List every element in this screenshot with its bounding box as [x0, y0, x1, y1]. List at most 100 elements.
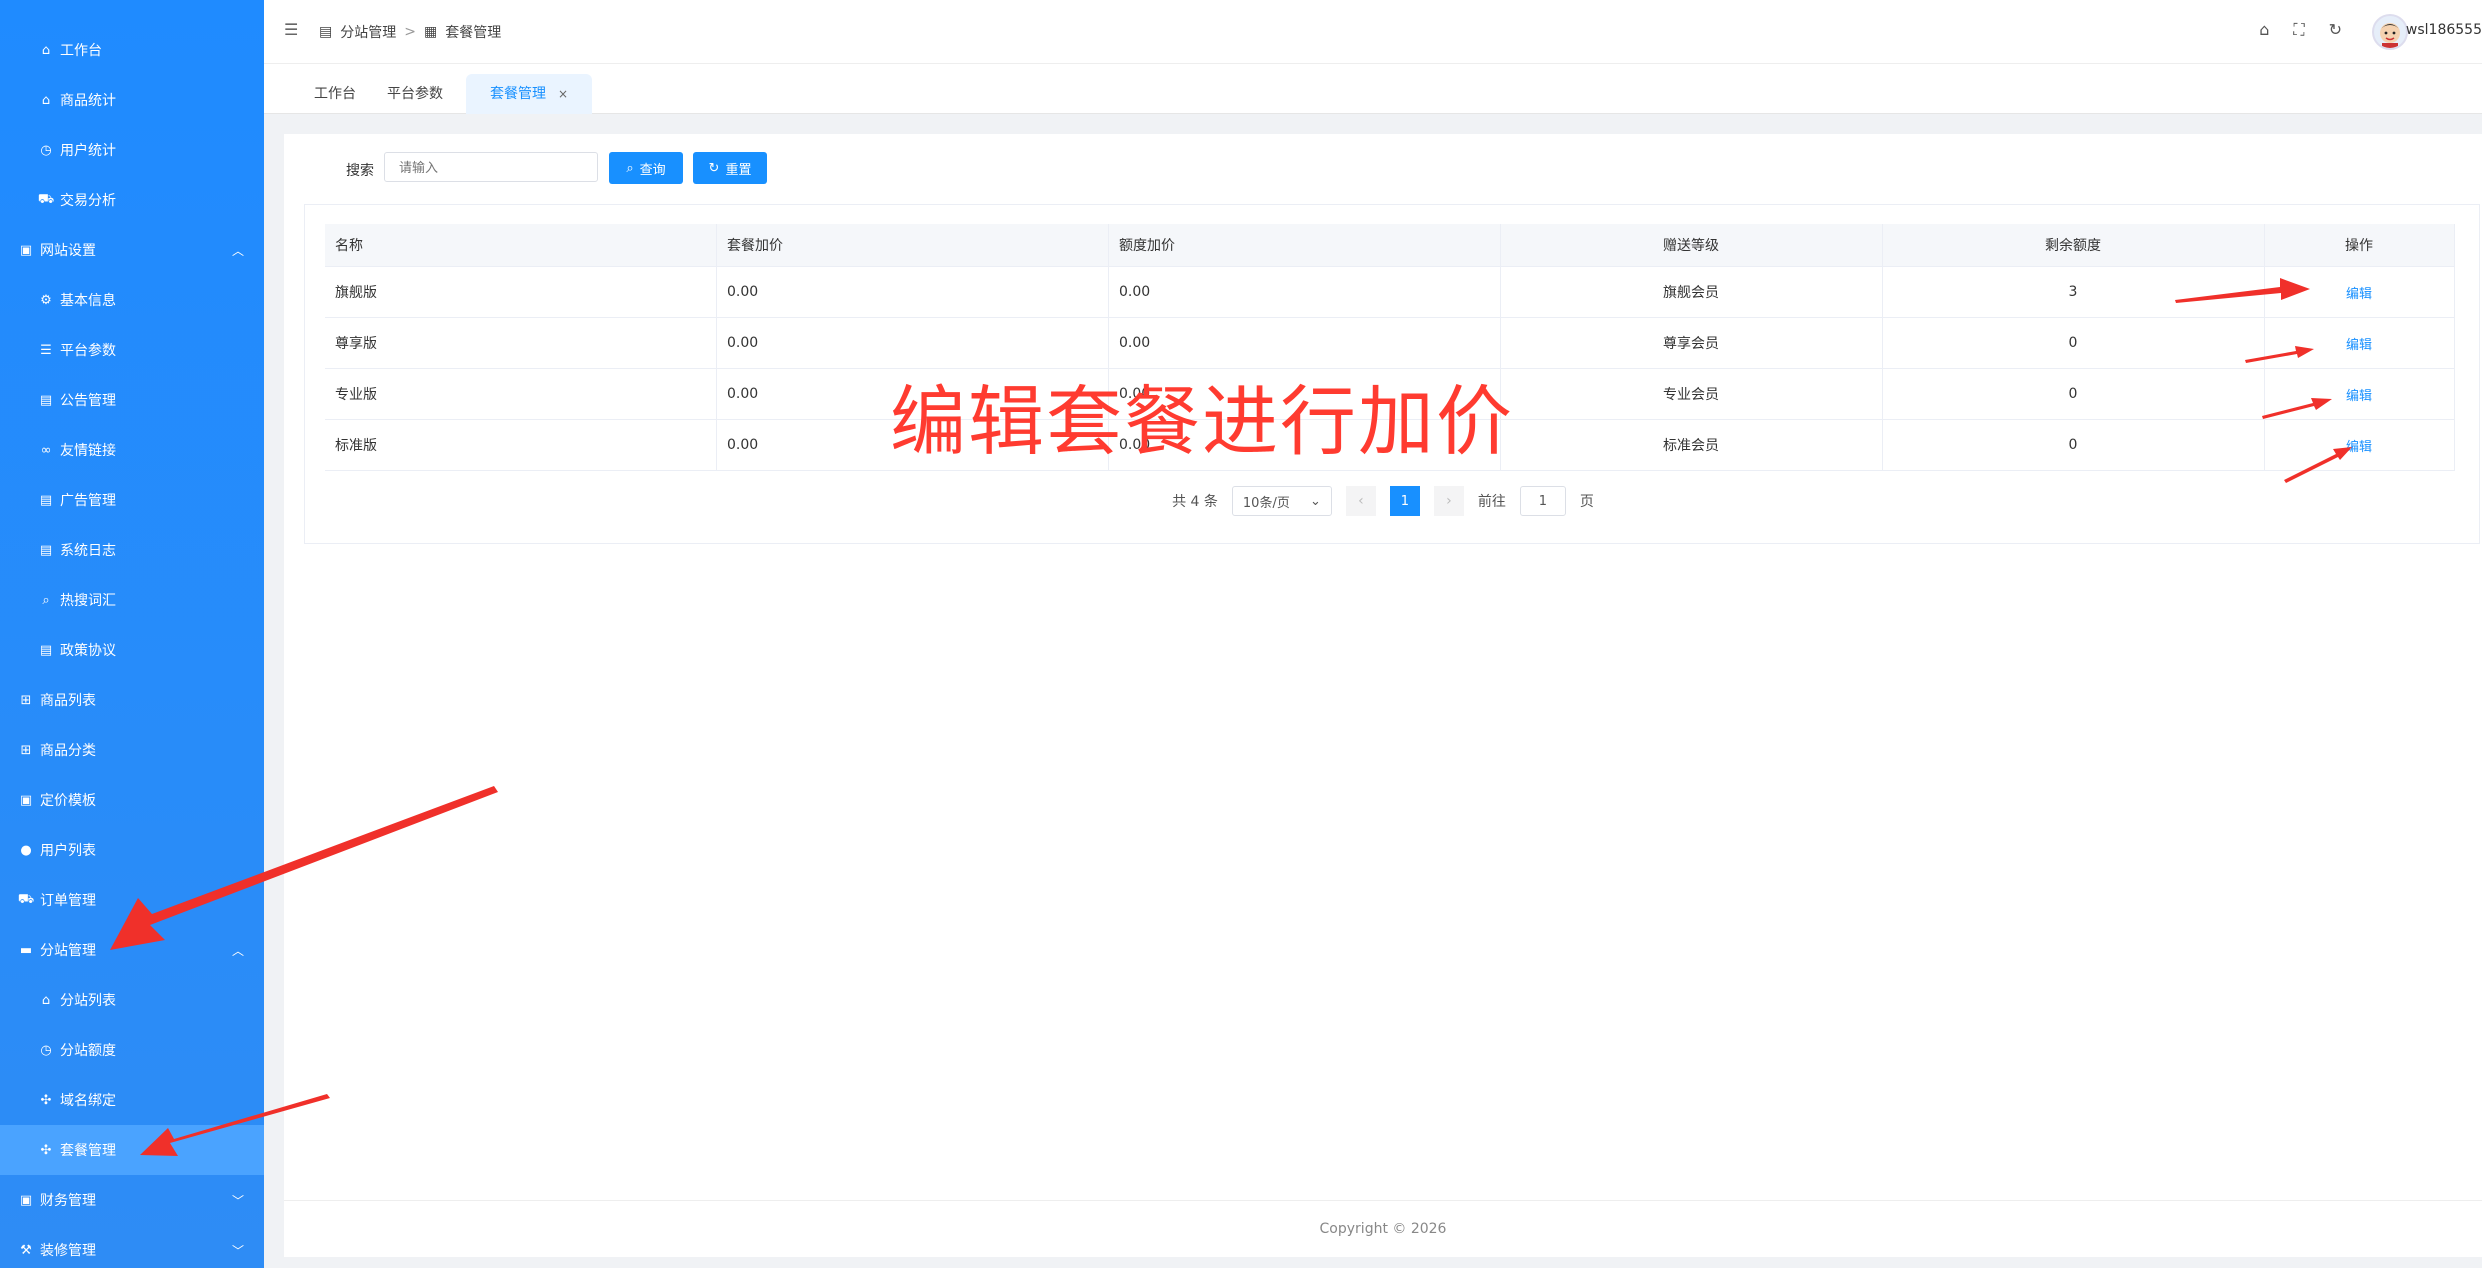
sidebar-item[interactable]: ⚙ 基本信息 [0, 275, 264, 325]
board-icon: ▣ [19, 1192, 33, 1208]
pagination: 共 4 条 10条/页 ⌄ ‹ 1 › 前往 1 页 [284, 486, 2482, 516]
sidebar-item-label: 订单管理 [40, 893, 96, 909]
sidebar-item[interactable]: ⛟ 订单管理 [0, 875, 264, 925]
image-icon: ▣ [19, 242, 33, 258]
link-icon: ∞ [40, 442, 52, 458]
sidebar-item[interactable]: ▤ 系统日志 [0, 525, 264, 575]
column-header: 赠送等级 [1500, 224, 1883, 267]
sidebar-item[interactable]: ● 用户列表 [0, 825, 264, 875]
table-cell: 标准会员 [1500, 419, 1883, 471]
query-label: 查询 [639, 162, 666, 178]
sidebar-item[interactable]: ▣ 财务管理 ﹀ [0, 1175, 264, 1225]
sidebar-item[interactable]: ▤ 广告管理 [0, 475, 264, 525]
search-input[interactable] [384, 152, 598, 182]
sidebar-item-label: 友情链接 [60, 443, 116, 459]
sidebar-item-label: 政策协议 [60, 643, 116, 659]
close-icon[interactable]: × [558, 87, 568, 101]
edit-button[interactable]: 编辑 [2346, 440, 2372, 455]
sidebar-item[interactable]: ◷ 用户统计 [0, 125, 264, 175]
file-icon: ▤ [39, 642, 53, 658]
avatar[interactable] [2372, 14, 2408, 50]
sidebar-item-label: 用户列表 [40, 843, 96, 859]
table-cell: 标准版 [325, 419, 717, 471]
breadcrumb-item[interactable]: 分站管理 [340, 22, 396, 42]
home-icon[interactable]: ⌂ [2259, 20, 2269, 40]
edit-button[interactable]: 编辑 [2346, 287, 2372, 302]
sidebar-item-label: 财务管理 [40, 1193, 96, 1209]
sidebar-item[interactable]: ⚒ 装修管理 ﹀ [0, 1225, 264, 1268]
cell-value: 旗舰版 [335, 285, 377, 301]
table-cell: 尊享会员 [1500, 317, 1883, 369]
sidebar-item[interactable]: ☰ 平台参数 [0, 325, 264, 375]
cell-value: 标准版 [335, 438, 377, 454]
action-cell: 编辑 [2264, 317, 2455, 369]
table-cell: 旗舰版 [325, 266, 717, 318]
sidebar-item[interactable]: ▣ 定价模板 [0, 775, 264, 825]
home-icon: ⌂ [41, 42, 51, 58]
table-cell: 尊享版 [325, 317, 717, 369]
board-icon: ▣ [19, 792, 33, 808]
sidebar-item[interactable]: ⊞ 商品分类 [0, 725, 264, 775]
sidebar-item-label: 公告管理 [60, 393, 116, 409]
tab-package-management[interactable]: 套餐管理 × [466, 74, 593, 114]
table-cell: 0.00 [1108, 266, 1501, 318]
refresh-icon: ↻ [708, 160, 720, 176]
cell-value: 专业版 [335, 387, 377, 403]
sidebar-item[interactable]: ▤ 公告管理 [0, 375, 264, 425]
next-page-button[interactable]: › [1433, 486, 1464, 516]
breadcrumb-item: 套餐管理 [445, 25, 502, 41]
tab-workbench[interactable]: 工作台 [314, 74, 356, 114]
page-size-select[interactable]: 10条/页 ⌄ [1231, 486, 1332, 516]
sidebar-item[interactable]: ⌕ 热搜词汇 [0, 575, 264, 625]
reset-button[interactable]: ↻ 重置 [693, 152, 767, 184]
sidebar-item-label: 定价模板 [40, 793, 96, 809]
query-button[interactable]: ⌕ 查询 [609, 152, 683, 184]
cell-value: 0.00 [1119, 284, 1151, 300]
prev-page-button[interactable]: ‹ [1345, 486, 1376, 516]
sidebar-item[interactable]: ∞ 友情链接 [0, 425, 264, 475]
sidebar-item[interactable]: ◷ 分站额度 [0, 1025, 264, 1075]
cell-value: 标准会员 [1663, 438, 1719, 454]
sidebar-item-label: 商品分类 [40, 743, 96, 759]
cart-icon: ⛟ [37, 191, 55, 207]
action-cell: 编辑 [2264, 266, 2455, 318]
cell-value: 3 [2068, 284, 2078, 300]
sidebar-item[interactable]: ▬ 分站管理 ︿ [0, 925, 264, 975]
sidebar-item[interactable]: ⊞ 商品列表 [0, 675, 264, 725]
sidebar-item[interactable]: ▤ 政策协议 [0, 625, 264, 675]
sidebar-item[interactable]: ⌂ 工作台 [0, 25, 264, 75]
edit-button[interactable]: 编辑 [2346, 389, 2372, 404]
sidebar-item-label: 工作台 [60, 43, 102, 59]
sidebar-item-label: 商品列表 [40, 693, 96, 709]
apps-icon: ✣ [40, 1142, 52, 1158]
sidebar-item[interactable]: ⌂ 商品统计 [0, 75, 264, 125]
sidebar: ⌂ 工作台 ⌂ 商品统计 ◷ 用户统计 ⛟ 交易分析 ▣ 网站设置 ︿ ⚙ 基本信息 ☰ 平台参数 ▤ 公告管理… [0, 0, 264, 1268]
sidebar-item[interactable]: ✣ 域名绑定 [0, 1075, 264, 1125]
sidebar-item-label: 分站管理 [40, 943, 96, 959]
username[interactable]: wsl186555 [2406, 22, 2482, 38]
gear-icon: ⚙ [40, 292, 52, 308]
sidebar-item-label: 广告管理 [60, 493, 116, 509]
goto-label: 前往 [1477, 494, 1506, 510]
sliders-icon: ☰ [40, 342, 52, 358]
sidebar-item[interactable]: ⛟ 交易分析 [0, 175, 264, 225]
sidebar-item[interactable]: ✣ 套餐管理 [0, 1125, 264, 1175]
tab-platform-params[interactable]: 平台参数 [387, 74, 443, 114]
refresh-icon[interactable]: ↻ [2329, 20, 2342, 40]
sidebar-item-label: 域名绑定 [60, 1093, 116, 1109]
user-icon: ● [20, 842, 32, 858]
breadcrumb: ▤ 分站管理 > ▦ 套餐管理 [319, 22, 501, 42]
page-number[interactable]: 1 [1389, 486, 1420, 516]
sidebar-item[interactable]: ▣ 网站设置 ︿ [0, 225, 264, 275]
menu-collapse-icon[interactable]: ☰ [284, 20, 298, 39]
chevron-down-icon: ⌄ [1310, 493, 1321, 509]
goto-page-input[interactable]: 1 [1519, 486, 1566, 516]
fullscreen-icon[interactable]: ⛶ [2293, 20, 2304, 40]
action-cell: 编辑 [2264, 368, 2455, 420]
breadcrumb-separator: > [404, 24, 416, 40]
sidebar-item[interactable]: ⌂ 分站列表 [0, 975, 264, 1025]
annotation-text: 编辑套餐进行加价 [890, 377, 1514, 466]
header-icons: ⌂ ⛶ ↻ [2259, 20, 2342, 40]
column-header: 套餐加价 [716, 224, 1109, 267]
edit-button[interactable]: 编辑 [2346, 338, 2372, 353]
